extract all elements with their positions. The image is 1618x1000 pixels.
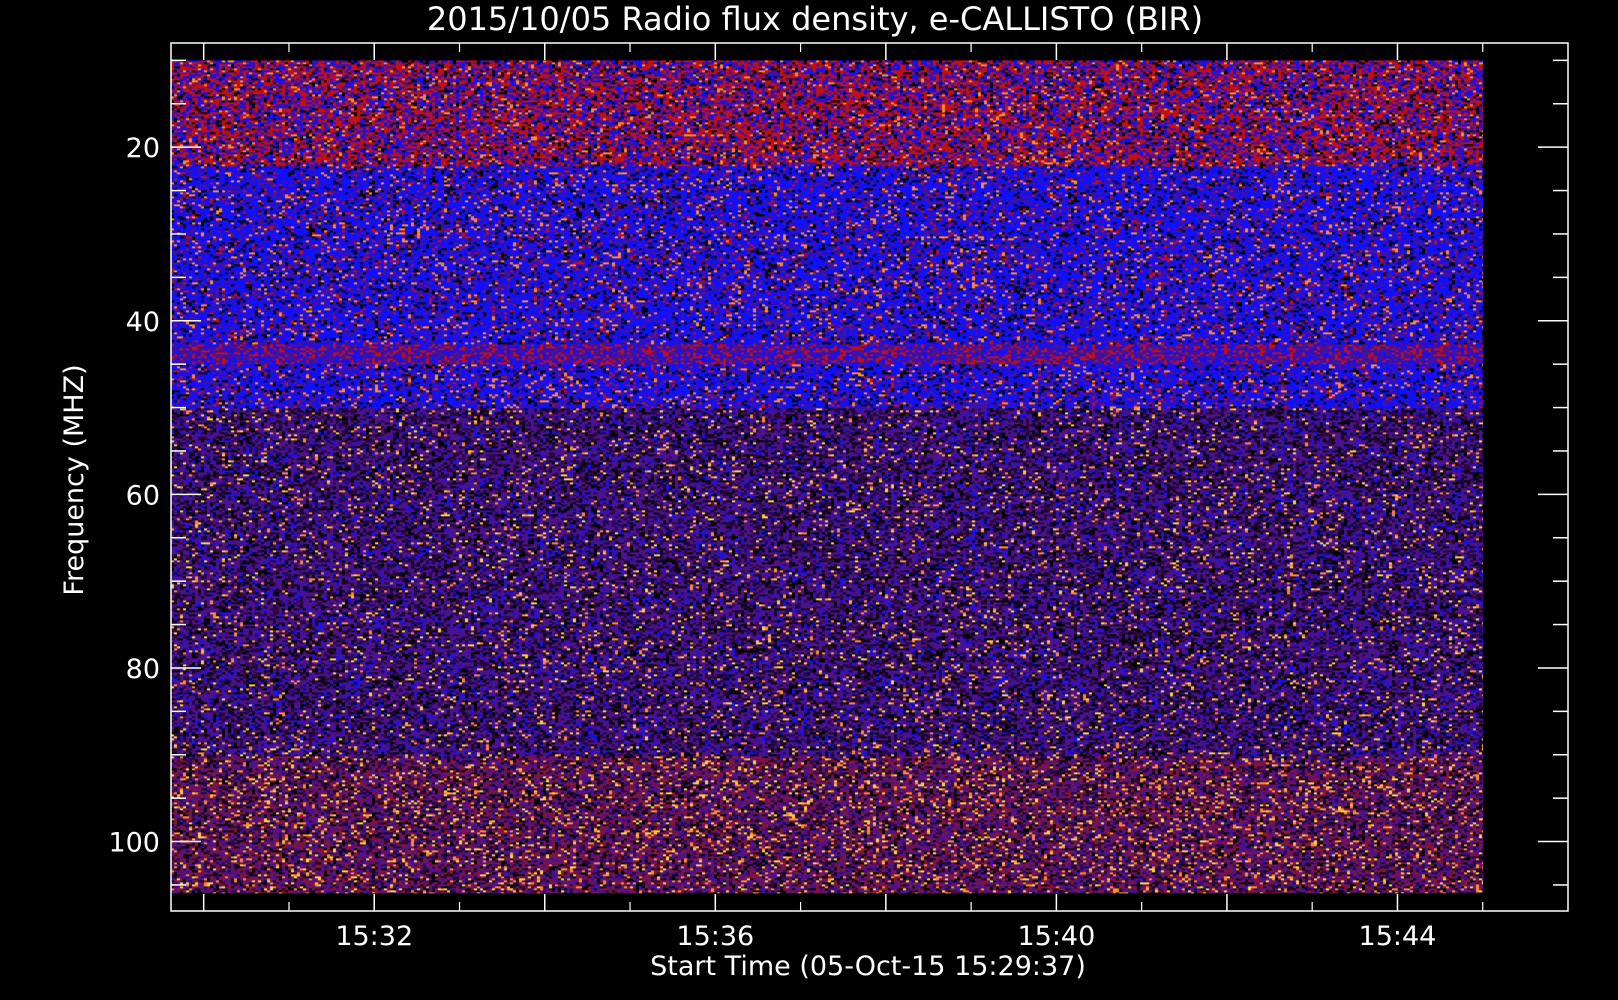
y-tick-label: 80	[126, 654, 160, 685]
x-tick-label: 15:40	[1017, 921, 1095, 952]
x-tick-label: 15:44	[1359, 921, 1437, 952]
y-tick-label: 20	[126, 133, 160, 164]
y-tick-label: 60	[126, 480, 160, 511]
y-axis-label: Frequency (MHZ)	[59, 364, 90, 595]
x-tick-label: 15:36	[676, 921, 754, 952]
x-tick-label: 15:32	[335, 921, 413, 952]
spectrogram-heatmap	[171, 60, 1483, 894]
y-tick-label: 100	[108, 828, 160, 859]
spectrogram-chart: 15:32 15:36 15:40 15:44 20 40 60 80 100 2015/10…	[0, 0, 1618, 1000]
chart-title: 2015/10/05 Radio flux density, e-CALLIST…	[427, 0, 1203, 38]
x-axis-label: Start Time (05-Oct-15 15:29:37)	[650, 951, 1086, 982]
spectrogram-image	[171, 60, 1483, 894]
y-tick-label: 40	[126, 307, 160, 338]
